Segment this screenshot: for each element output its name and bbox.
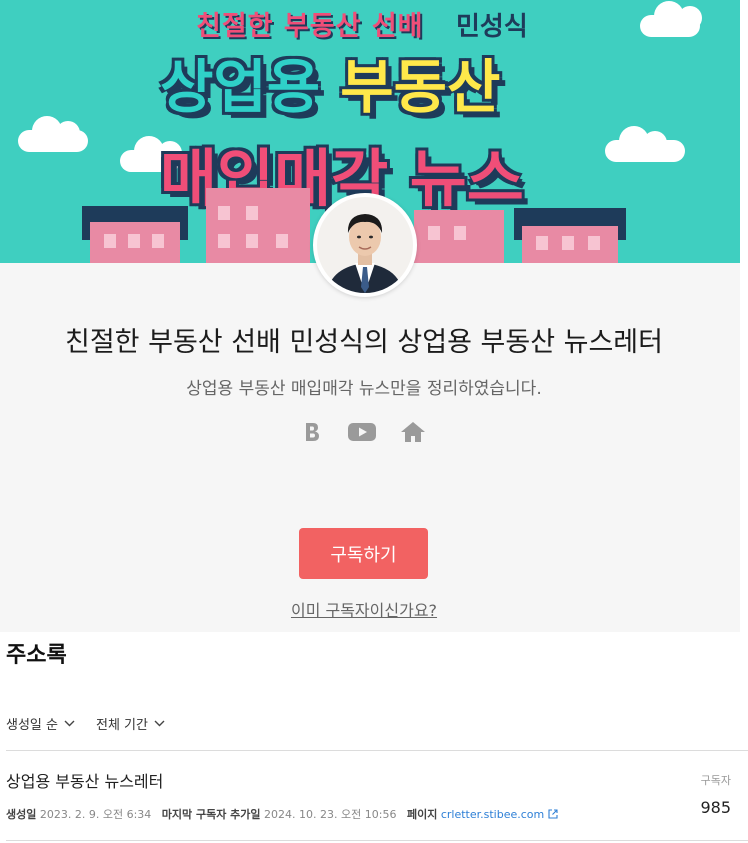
period-dropdown[interactable]: 전체 기간: [96, 714, 165, 733]
blog-b-icon[interactable]: [302, 419, 322, 445]
subscribe-button[interactable]: 구독하기: [299, 528, 428, 579]
newsletter-description: 상업용 부동산 매입매각 뉴스만을 정리하였습니다.: [186, 379, 542, 399]
banner-top-text: 친절한 부동산 선배: [196, 11, 424, 42]
period-label: 전체 기간: [96, 718, 148, 733]
social-links: [300, 419, 430, 445]
already-subscriber-link[interactable]: 이미 구독자이신가요?: [0, 597, 728, 621]
subscriber-count-label: 구독자: [700, 774, 731, 787]
page-label: 페이지: [406, 808, 438, 821]
profile-avatar: [313, 193, 417, 297]
home-icon[interactable]: [400, 419, 426, 445]
banner-author-name: 민성식: [456, 12, 528, 42]
banner-headline-line1: 상업용 부동산: [160, 53, 501, 121]
created-label: 생성일: [6, 808, 37, 821]
newsletter-profile-card: 친절한 부동산 선배 민성식 상업용 부동산 매입매각 뉴스 친절한 부동산 선…: [0, 0, 740, 632]
sort-label: 생성일 순: [6, 718, 58, 733]
list-item-meta: 생성일 2023. 2. 9. 오전 6:34 마지막 구독자 추가일 2024…: [6, 806, 558, 822]
page-link[interactable]: crletter.stibee.com: [441, 808, 544, 821]
created-value: 2023. 2. 9. 오전 6:34: [39, 808, 152, 821]
youtube-icon[interactable]: [348, 419, 376, 445]
list-item-name[interactable]: 상업용 부동산 뉴스레터: [6, 768, 163, 792]
newsletter-title: 친절한 부동산 선배 민성식의 상업용 부동산 뉴스레터: [65, 327, 663, 358]
chevron-down-icon: [64, 720, 75, 727]
chevron-down-icon: [154, 720, 165, 727]
external-link-icon[interactable]: [548, 809, 558, 819]
address-book-title: 주소록: [6, 643, 67, 668]
last-added-value: 2024. 10. 23. 오전 10:56: [264, 808, 397, 821]
list-divider-top: [6, 750, 748, 751]
last-added-label: 마지막 구독자 추가일: [161, 808, 261, 821]
subscriber-count: 985: [700, 798, 731, 817]
sort-dropdown[interactable]: 생성일 순: [6, 714, 75, 733]
list-divider-bottom: [6, 840, 748, 841]
